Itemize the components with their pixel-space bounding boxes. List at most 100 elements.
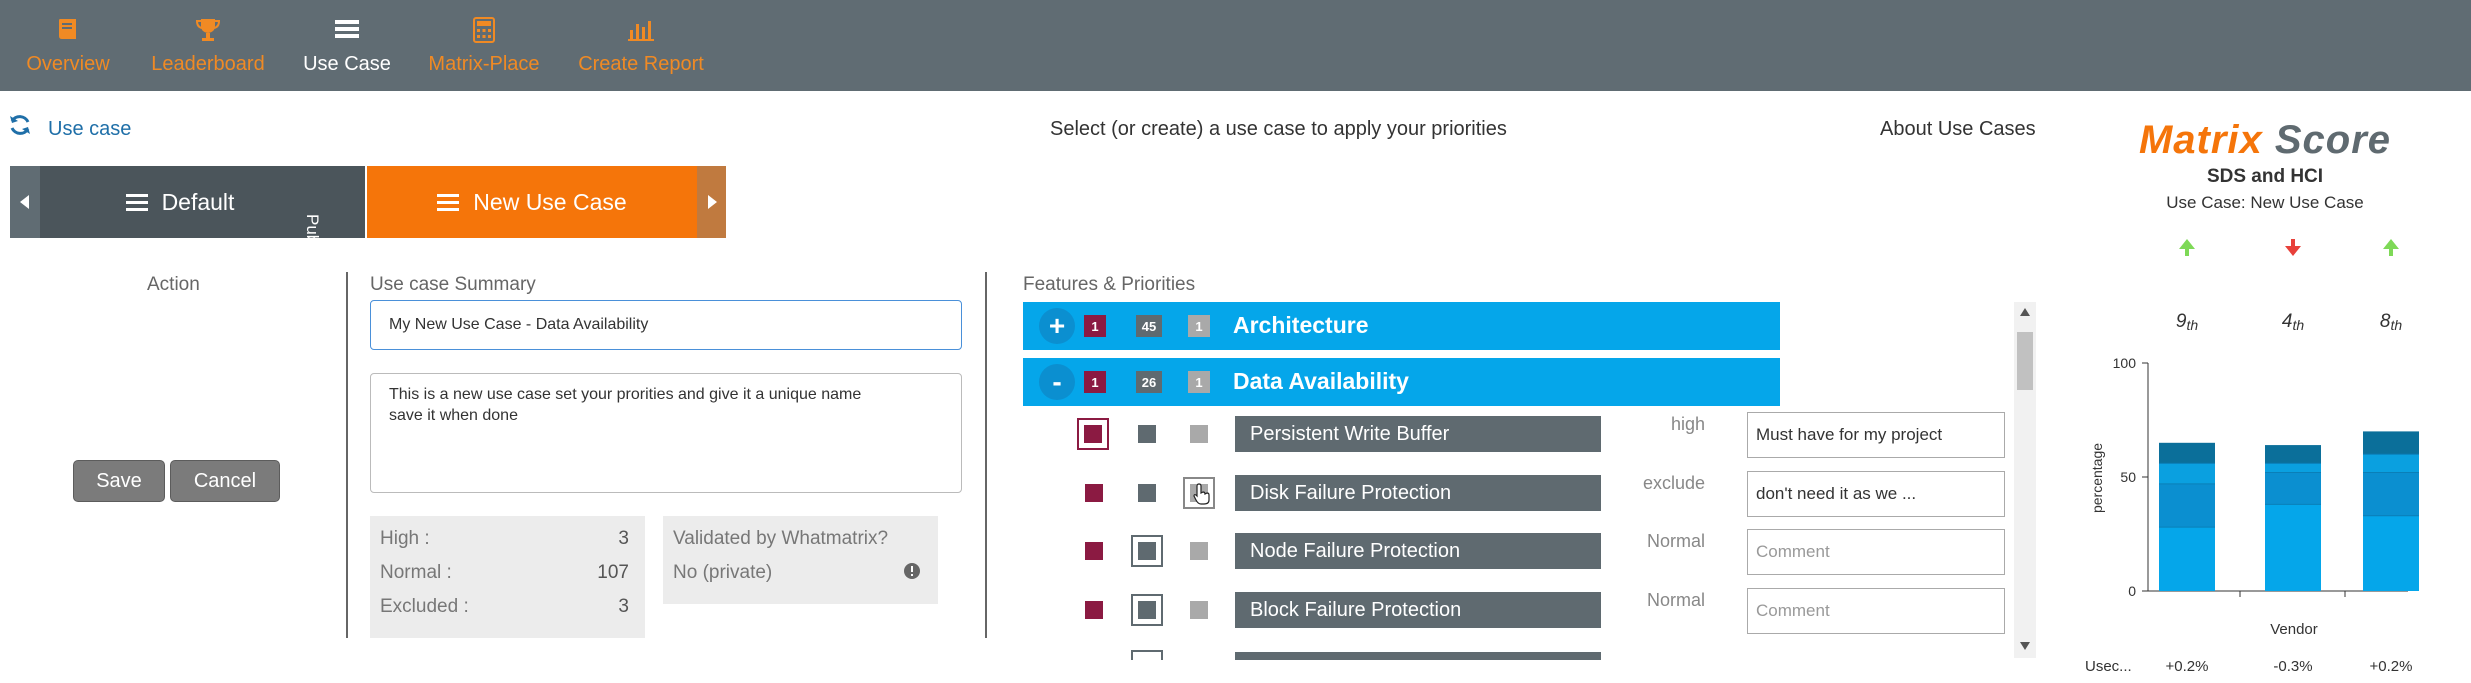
- bar-segment: [2265, 504, 2321, 591]
- y-tick-label: 100: [2113, 355, 2137, 371]
- comment-input[interactable]: Comment: [1747, 529, 2005, 575]
- category-title: Data Availability: [1233, 368, 1409, 394]
- vendor-rank: 4th: [2282, 311, 2304, 333]
- comment-input[interactable]: Comment: [1747, 588, 2005, 634]
- use-case-tabbar: Default Public New Use Case: [10, 166, 730, 260]
- stat-normal: Normal : 107: [380, 562, 629, 584]
- priority-normal-option[interactable]: [1131, 594, 1163, 626]
- tab-scroll-right[interactable]: [697, 166, 726, 238]
- trophy-icon: [195, 19, 221, 41]
- scroll-down-icon[interactable]: [2020, 642, 2030, 650]
- normal-count-badge: 26: [1136, 371, 1162, 393]
- comment-input[interactable]: Must have for my project: [1747, 412, 2005, 458]
- scroll-up-icon[interactable]: [2020, 308, 2030, 316]
- stat-label: Normal :: [380, 562, 452, 583]
- y-axis-label: percentage: [2089, 443, 2105, 513]
- priority-normal-option[interactable]: [1138, 484, 1156, 502]
- expand-toggle[interactable]: +: [1039, 308, 1075, 344]
- feature-row: Persistent Write Buffer high Must have f…: [1023, 412, 2005, 458]
- collapse-toggle[interactable]: -: [1039, 364, 1075, 400]
- scrollbar-thumb[interactable]: [2017, 332, 2033, 390]
- feature-row: Node Failure Protection Normal Comment: [1023, 529, 2005, 575]
- features-heading: Features & Priorities: [1023, 274, 1196, 295]
- cancel-button[interactable]: Cancel: [170, 460, 280, 502]
- list-icon: [335, 20, 359, 38]
- about-use-cases-link[interactable]: About Use Cases: [1880, 118, 2036, 141]
- nav-matrix-place-label: Matrix-Place: [428, 53, 540, 75]
- bar-segment: [2159, 483, 2215, 528]
- feature-row: Disk Failure Protection exclude don't ne…: [1023, 471, 2005, 517]
- bar-segment: [2265, 472, 2321, 505]
- tab-default-label: Default: [161, 188, 235, 215]
- stat-excluded: Excluded : 3: [380, 596, 629, 618]
- nav-create-report[interactable]: Create Report: [575, 0, 707, 91]
- bar-segment: [2159, 463, 2215, 484]
- page-instruction: Select (or create) a use case to apply y…: [1050, 118, 1507, 140]
- nav-use-case-label: Use Case: [303, 53, 391, 75]
- score-delta: -0.3%: [2273, 658, 2312, 675]
- priority-stats: High : 3 Normal : 107 Excluded : 3: [370, 516, 645, 638]
- book-icon: [59, 19, 76, 39]
- tab-default[interactable]: Default: [40, 166, 320, 238]
- arrow-up-icon: [2383, 239, 2399, 256]
- bar-segment: [2363, 431, 2419, 455]
- priority-normal-option[interactable]: [1131, 650, 1163, 660]
- nav-matrix-place[interactable]: Matrix-Place: [423, 0, 545, 91]
- bar-chart-icon: [628, 21, 654, 41]
- feature-name: Block Failure Protection: [1235, 592, 1601, 628]
- refresh-icon[interactable]: [8, 113, 32, 137]
- nav-leaderboard[interactable]: Leaderboard: [143, 0, 273, 91]
- public-badge: Public: [303, 166, 365, 260]
- bar-segment: [2363, 515, 2419, 591]
- priority-exclude-option[interactable]: [1190, 542, 1208, 560]
- priority-high-option[interactable]: [1085, 601, 1103, 619]
- stat-value: 3: [618, 596, 629, 617]
- priority-high-option[interactable]: [1077, 418, 1109, 450]
- comment-input[interactable]: don't need it as we ...: [1747, 471, 2005, 517]
- divider: [346, 272, 348, 638]
- bar-segment: [2159, 527, 2215, 591]
- priority-normal-option[interactable]: [1138, 425, 1156, 443]
- save-button[interactable]: Save: [73, 460, 165, 502]
- features-scrollbar[interactable]: [2014, 302, 2036, 658]
- validated-value: No (private): [673, 562, 773, 583]
- vendor-score-chart: 9th 4th 8th 0 50 100 Vendor percentage +0.2% -0…: [2085, 239, 2419, 675]
- priority-label: Normal: [1646, 531, 1705, 551]
- stat-label: High :: [380, 528, 430, 549]
- excluded-count-badge: 1: [1188, 315, 1210, 337]
- score-delta: +0.2%: [2166, 658, 2209, 675]
- high-count-badge: 1: [1084, 315, 1106, 337]
- vendor-rank: 8th: [2380, 311, 2402, 333]
- priority-label: Normal: [1646, 590, 1705, 610]
- stat-high: High : 3: [380, 528, 629, 550]
- nav-leaderboard-label: Leaderboard: [151, 53, 265, 75]
- bar-segment: [2159, 442, 2215, 464]
- validation-box: Validated by Whatmatrix? No (private): [663, 516, 938, 604]
- nav-overview[interactable]: Overview: [18, 0, 118, 91]
- normal-count-badge: 45: [1136, 315, 1162, 337]
- category-architecture[interactable]: + 1 45 1 Architecture: [1023, 302, 1780, 350]
- tab-scroll-left[interactable]: [10, 166, 40, 238]
- top-navigation: Overview Leaderboard Use Case Matrix-Pla…: [0, 0, 2471, 91]
- nav-use-case[interactable]: Use Case: [298, 0, 396, 91]
- priority-exclude-option[interactable]: [1190, 425, 1208, 443]
- priority-exclude-option[interactable]: [1190, 601, 1208, 619]
- priority-normal-option[interactable]: [1131, 535, 1163, 567]
- bar-segment: [2363, 454, 2419, 473]
- y-tick-label: 0: [2128, 583, 2136, 599]
- priority-high-option[interactable]: [1085, 484, 1103, 502]
- priority-high-option[interactable]: [1085, 542, 1103, 560]
- use-case-link[interactable]: Use case: [48, 118, 131, 141]
- score-delta: +0.2%: [2370, 658, 2413, 675]
- feature-row: Block Failure Protection Normal Comment: [1023, 588, 2005, 634]
- category-data-availability[interactable]: - 1 26 1 Data Availability: [1023, 358, 1780, 406]
- hand-cursor-icon: [1193, 483, 1210, 505]
- tab-new-use-case[interactable]: New Use Case: [367, 166, 697, 238]
- info-icon[interactable]: [903, 562, 921, 580]
- feature-name: Persistent Write Buffer: [1235, 416, 1601, 452]
- menu-icon: [437, 190, 460, 215]
- use-case-name-input[interactable]: My New Use Case - Data Availability: [370, 300, 962, 350]
- category-title: Architecture: [1233, 312, 1369, 338]
- menu-icon: [125, 190, 148, 215]
- use-case-description-textarea[interactable]: This is a new use case set your proritie…: [370, 373, 962, 493]
